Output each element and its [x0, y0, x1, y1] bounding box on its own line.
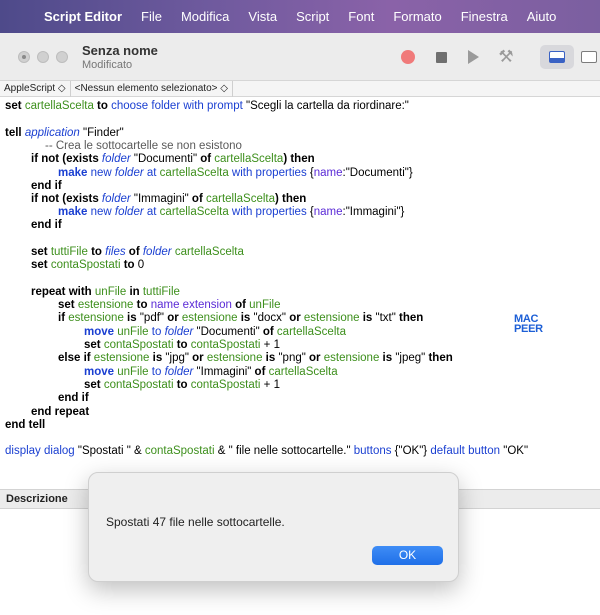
code-line: move unFile to folder "Documenti" of car…: [84, 326, 346, 338]
play-icon: [467, 50, 479, 64]
code-line: move unFile to folder "Immagini" of cart…: [84, 366, 338, 378]
code-line: set contaSpostati to 0: [31, 259, 145, 271]
alert-dialog: Spostati 47 file nelle sottocartelle. OK: [88, 472, 459, 582]
code-line: make new folder at cartellaScelta with p…: [58, 167, 413, 179]
ok-button[interactable]: OK: [372, 546, 443, 565]
code-line: end if: [58, 392, 89, 404]
code-line: set contaSpostati to contaSpostati + 1: [84, 339, 280, 351]
element-selector[interactable]: <Nessun elemento selezionato> ◇: [71, 80, 233, 97]
navigation-bar: AppleScript ◇ <Nessun elemento seleziona…: [0, 80, 600, 97]
window-toolbar: Senza nome Modificato ⚒: [0, 33, 600, 81]
close-window-button[interactable]: [18, 51, 30, 63]
menu-help[interactable]: Aiuto: [527, 9, 557, 24]
menu-font[interactable]: Font: [348, 9, 374, 24]
code-line: end tell: [5, 419, 46, 431]
code-line: else if estensione is "jpg" or estension…: [58, 352, 453, 364]
dialog-message: Spostati 47 file nelle sottocartelle.: [106, 515, 285, 529]
hammer-icon: ⚒: [498, 47, 514, 66]
code-line: tell application "Finder": [5, 127, 124, 139]
document-title: Senza nome: [82, 43, 158, 58]
menu-edit[interactable]: Modifica: [181, 9, 229, 24]
language-selector[interactable]: AppleScript ◇: [0, 80, 71, 97]
code-comment: -- Crea le sottocartelle se non esistono: [45, 140, 242, 152]
menu-script[interactable]: Script: [296, 9, 329, 24]
minimize-window-button[interactable]: [37, 51, 49, 63]
code-line: set contaSpostati to contaSpostati + 1: [84, 379, 280, 391]
menu-file[interactable]: File: [141, 9, 162, 24]
show-log-pane-button[interactable]: [540, 45, 574, 69]
code-line: if estensione is "pdf" or estensione is …: [58, 312, 424, 324]
menu-bar: Script Editor File Modifica Vista Script…: [0, 0, 600, 33]
script-editor-text-area[interactable]: set cartellaScelta to choose folder with…: [0, 97, 600, 483]
stop-icon: [435, 51, 447, 63]
code-line: end repeat: [31, 406, 90, 418]
compile-button[interactable]: ⚒: [493, 45, 519, 69]
code-line: display dialog "Spostati " & contaSposta…: [5, 445, 529, 457]
code-line: if not (exists folder "Immagini" of cart…: [31, 193, 307, 205]
menu-app-name[interactable]: Script Editor: [44, 9, 122, 24]
menu-view[interactable]: Vista: [248, 9, 277, 24]
sidebar-pane-icon: [581, 51, 597, 63]
code-line: repeat with unFile in tuttiFile: [31, 286, 180, 298]
macpeer-watermark: MAC PEER: [514, 313, 543, 335]
record-icon: [401, 50, 415, 64]
bottom-pane-icon: [549, 51, 565, 63]
document-status: Modificato: [82, 59, 133, 71]
code-line: set estensione to name extension of unFi…: [58, 299, 281, 311]
menu-format[interactable]: Formato: [393, 9, 441, 24]
code-line: set tuttiFile to files of folder cartell…: [31, 246, 244, 258]
stop-button[interactable]: [428, 45, 454, 69]
show-sidebar-button[interactable]: [577, 45, 600, 69]
code-line: make new folder at cartellaScelta with p…: [58, 206, 405, 218]
code-line: end if: [31, 219, 62, 231]
run-button[interactable]: [460, 45, 486, 69]
code-line: set cartellaScelta to choose folder with…: [5, 100, 409, 112]
zoom-window-button[interactable]: [56, 51, 68, 63]
menu-window[interactable]: Finestra: [461, 9, 508, 24]
record-button[interactable]: [395, 45, 421, 69]
code-line: end if: [31, 180, 62, 192]
code-line: if not (exists folder "Documenti" of car…: [31, 153, 315, 165]
